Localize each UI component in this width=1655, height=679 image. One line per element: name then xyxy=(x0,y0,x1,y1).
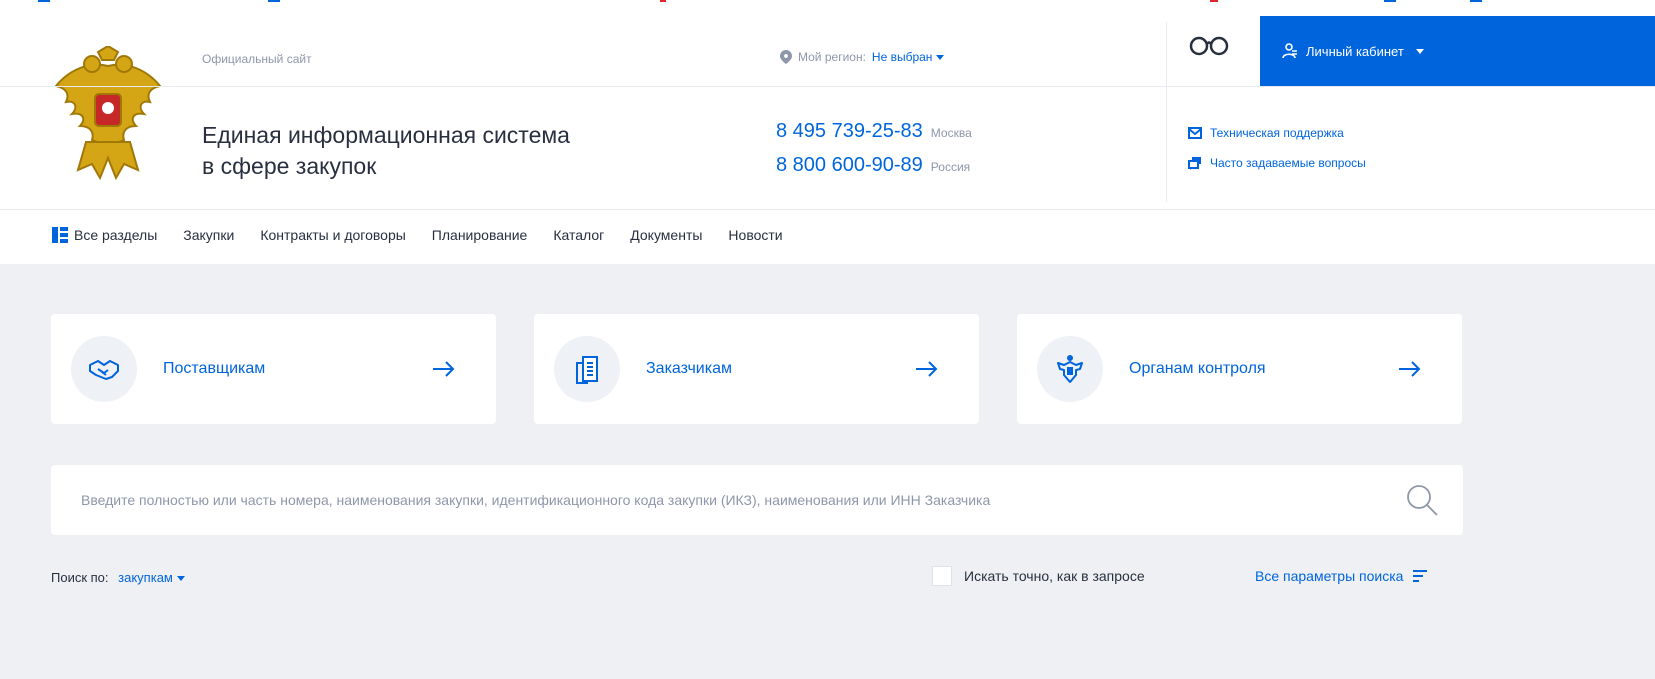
chevron-down-icon xyxy=(176,576,185,582)
divider xyxy=(1166,22,1167,202)
nav-item-contracts[interactable]: Контракты и договоры xyxy=(260,227,405,243)
search-by-value[interactable]: закупкам xyxy=(118,570,185,585)
site-title-line2: в сфере закупок xyxy=(202,153,377,179)
arrow-right-icon xyxy=(916,361,938,377)
russian-emblem-logo xyxy=(54,46,162,181)
nav-item-purchases[interactable]: Закупки xyxy=(183,227,234,243)
card-label: Заказчикам xyxy=(646,360,732,377)
site-title[interactable]: Единая информационная система в сфере за… xyxy=(202,120,570,182)
arrow-right-icon xyxy=(1399,361,1421,377)
faq-link[interactable]: Часто задаваемые вопросы xyxy=(1188,156,1366,170)
card-icon-circle xyxy=(71,336,137,402)
region-selector[interactable]: Мой регион: Не выбран xyxy=(780,50,945,64)
personal-cabinet-label: Личный кабинет xyxy=(1306,43,1404,59)
search-box xyxy=(51,465,1463,535)
divider xyxy=(0,86,1655,87)
search-by-label: Поиск по: xyxy=(51,570,109,585)
phone-russia[interactable]: 8 800 600-90-89 Россия xyxy=(776,154,970,177)
sections-icon xyxy=(52,227,68,243)
glasses-icon[interactable] xyxy=(1188,32,1230,60)
nav-item-documents[interactable]: Документы xyxy=(630,227,702,243)
location-pin-icon xyxy=(780,50,792,64)
nav-item-planning[interactable]: Планирование xyxy=(432,227,528,243)
official-site-label: Официальный сайт xyxy=(202,52,312,66)
search-by-selector: Поиск по: закупкам xyxy=(51,570,185,585)
nav-item-all-sections[interactable]: Все разделы xyxy=(52,227,157,243)
all-search-params-link[interactable]: Все параметры поиска xyxy=(1255,568,1428,584)
exact-search-option: Искать точно, как в запросе xyxy=(932,566,1145,586)
search-input[interactable] xyxy=(81,465,1381,535)
search-icon[interactable] xyxy=(1405,483,1439,517)
chevron-down-icon xyxy=(1415,48,1424,54)
card-icon-circle xyxy=(554,336,620,402)
tech-support-link[interactable]: Техническая поддержка xyxy=(1188,126,1344,140)
chevron-down-icon xyxy=(936,55,945,61)
site-header: Официальный сайт Единая информационная с… xyxy=(0,6,1655,210)
card-icon-circle xyxy=(1037,336,1103,402)
personal-cabinet-button[interactable]: Личный кабинет xyxy=(1260,16,1655,86)
exact-search-label: Искать точно, как в запросе xyxy=(964,568,1145,584)
region-label: Мой регион: xyxy=(798,50,866,64)
filter-icon xyxy=(1413,570,1428,582)
faq-icon xyxy=(1188,157,1201,170)
document-icon xyxy=(576,356,598,384)
user-icon xyxy=(1282,43,1297,59)
region-value[interactable]: Не выбран xyxy=(872,50,945,64)
emblem-icon xyxy=(1057,355,1083,383)
phone-city-label: Москва xyxy=(930,126,972,140)
arrow-right-icon xyxy=(433,361,455,377)
card-label: Поставщикам xyxy=(163,360,266,377)
mail-icon xyxy=(1188,127,1202,139)
nav-item-news[interactable]: Новости xyxy=(728,227,782,243)
main-nav: Все разделы Закупки Контракты и договоры… xyxy=(0,210,1655,264)
main-content: Поставщикам Заказчикам Органам контроля … xyxy=(0,264,1655,679)
handshake-icon xyxy=(89,360,119,380)
card-control-bodies[interactable]: Органам контроля xyxy=(1017,314,1462,424)
site-title-line1: Единая информационная система xyxy=(202,122,570,148)
nav-item-catalog[interactable]: Каталог xyxy=(553,227,604,243)
card-suppliers[interactable]: Поставщикам xyxy=(51,314,496,424)
phone-city-label: Россия xyxy=(930,160,971,174)
card-customers[interactable]: Заказчикам xyxy=(534,314,979,424)
card-label: Органам контроля xyxy=(1129,360,1266,377)
exact-search-checkbox[interactable] xyxy=(932,566,952,586)
phone-moscow[interactable]: 8 495 739-25-83 Москва xyxy=(776,120,972,143)
